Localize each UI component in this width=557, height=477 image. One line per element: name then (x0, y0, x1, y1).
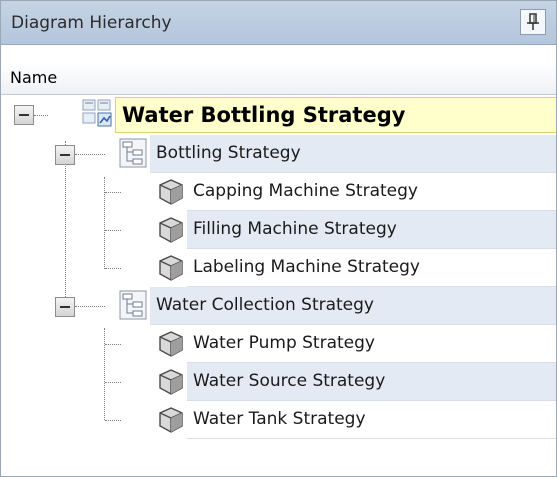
tree-node-bottling-strategy[interactable]: Bottling Strategy (150, 135, 556, 173)
cube-icon (157, 368, 185, 400)
tree-connector (75, 306, 105, 307)
pin-icon[interactable] (520, 9, 546, 35)
diagram-icon (81, 98, 113, 134)
tree-connector (104, 177, 105, 269)
tree-node-water-source[interactable]: Water Source Strategy (187, 363, 556, 401)
tree-node-water-collection-strategy[interactable]: Water Collection Strategy (150, 287, 556, 325)
tree-node-capping-machine[interactable]: Capping Machine Strategy (187, 173, 556, 211)
tree-connector (105, 344, 121, 345)
tree-connector (105, 268, 121, 269)
panel-titlebar: Diagram Hierarchy (1, 1, 556, 45)
tree-node-filling-machine[interactable]: Filling Machine Strategy (187, 211, 556, 249)
tree-node-water-tank[interactable]: Water Tank Strategy (187, 401, 556, 439)
collapse-toggle-bottling[interactable] (55, 145, 75, 165)
cube-icon (157, 330, 185, 362)
tree-connector (105, 230, 121, 231)
collapse-toggle-root[interactable] (14, 105, 34, 125)
cube-icon (157, 254, 185, 286)
tree-connector (75, 154, 105, 155)
diagram-hierarchy-panel: Diagram Hierarchy Name Water Bottling St… (0, 0, 557, 477)
cube-icon (157, 178, 185, 210)
hierarchy-icon (119, 138, 147, 172)
tree-connector (105, 192, 121, 193)
hierarchy-icon (119, 290, 147, 324)
hierarchy-tree: Water Bottling Strategy Bottling Strateg… (1, 95, 556, 476)
tree-node-labeling-machine[interactable]: Labeling Machine Strategy (187, 249, 556, 287)
collapse-toggle-water-collection[interactable] (55, 297, 75, 317)
tree-connector (104, 328, 105, 420)
tree-connector (105, 382, 121, 383)
tree-connector (34, 115, 48, 116)
tree-connector (105, 420, 121, 421)
cube-icon (157, 216, 185, 248)
tree-node-root[interactable]: Water Bottling Strategy (115, 97, 556, 133)
tree-node-water-pump[interactable]: Water Pump Strategy (187, 325, 556, 363)
cube-icon (157, 406, 185, 438)
tree-connector (65, 141, 66, 309)
panel-title: Diagram Hierarchy (11, 13, 172, 33)
column-header-label: Name (10, 68, 58, 87)
column-header-name[interactable]: Name (1, 62, 556, 95)
